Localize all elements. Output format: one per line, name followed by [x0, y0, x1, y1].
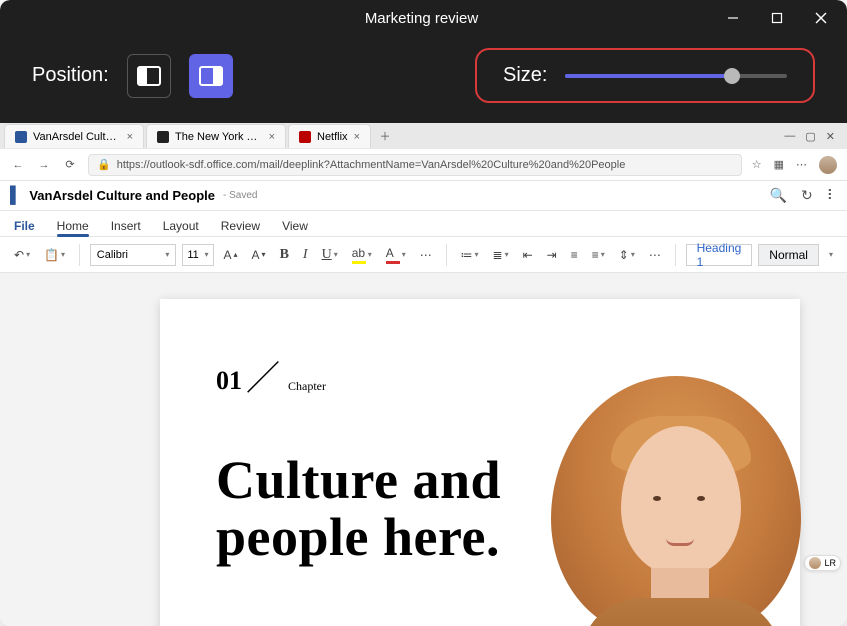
url-input[interactable]: 🔒 https://outlook-sdf.office.com/mail/de… — [88, 154, 742, 176]
panel-right-icon — [199, 66, 223, 86]
save-status: - Saved — [223, 190, 257, 201]
size-slider[interactable] — [565, 74, 787, 78]
font-color-button[interactable]: A▾ — [382, 243, 410, 267]
undo-button[interactable]: ↶▾ — [10, 245, 34, 265]
more-font-button[interactable]: ⋯ — [416, 245, 436, 265]
collections-icon[interactable]: ▦ — [774, 158, 784, 171]
browser-tab[interactable]: Netflix × — [288, 124, 371, 148]
align-left-button[interactable]: ≡ — [567, 245, 582, 265]
window-title: Marketing review — [132, 10, 711, 27]
underline-button[interactable]: U▾ — [318, 244, 342, 266]
tab-file[interactable]: File — [14, 219, 35, 236]
tab-home[interactable]: Home — [57, 219, 89, 236]
font-size-select[interactable]: 11▾ — [182, 244, 213, 266]
overlay-controls: Position: Size: — [0, 36, 847, 123]
minimize-button[interactable] — [711, 0, 755, 36]
history-icon[interactable]: ↻ — [801, 187, 813, 204]
tab-close-icon[interactable]: × — [354, 131, 360, 143]
align-center-button[interactable]: ≡▾ — [588, 245, 609, 265]
back-button[interactable]: ← — [10, 159, 26, 171]
font-name-value: Calibri — [97, 249, 128, 261]
tab-view[interactable]: View — [282, 219, 308, 236]
tab-label: Netflix — [317, 131, 348, 143]
font-name-select[interactable]: Calibri▾ — [90, 244, 177, 266]
address-bar-actions: ☆ ▦ ⋯ — [752, 156, 837, 174]
italic-button[interactable]: I — [299, 244, 312, 266]
highlight-button[interactable]: ab▾ — [348, 243, 376, 267]
browser-minimize-icon[interactable]: — — [784, 130, 795, 143]
size-label: Size: — [503, 64, 547, 87]
url-text: https://outlook-sdf.office.com/mail/deep… — [117, 159, 626, 171]
document-header: ▌ VanArsdel Culture and People - Saved 🔍… — [0, 181, 847, 211]
netflix-favicon-icon — [299, 131, 311, 143]
overlay-header: Marketing review Position: — [0, 0, 847, 123]
divider — [446, 244, 447, 266]
divider — [79, 244, 80, 266]
browser-close-icon[interactable]: ✕ — [826, 130, 835, 143]
decrease-indent-button[interactable]: ⇤ — [519, 245, 537, 265]
ribbon-tabs: File Home Insert Layout Review View — [0, 211, 847, 237]
tab-close-icon[interactable]: × — [269, 131, 275, 143]
profile-avatar[interactable] — [819, 156, 837, 174]
size-control-highlight: Size: — [475, 48, 815, 103]
forward-button[interactable]: → — [36, 159, 52, 171]
maximize-button[interactable] — [755, 0, 799, 36]
word-app-icon: ▌ — [10, 187, 21, 205]
tab-layout[interactable]: Layout — [163, 219, 199, 236]
tab-review[interactable]: Review — [221, 219, 260, 236]
slider-fill — [565, 74, 731, 78]
panel-left-icon — [137, 66, 161, 86]
browser-tab[interactable]: The New York Times × — [146, 124, 286, 148]
tab-close-icon[interactable]: × — [127, 131, 133, 143]
favorite-icon[interactable]: ☆ — [752, 158, 762, 171]
browser-window-controls: — ▢ ✕ — [784, 130, 843, 143]
document-title[interactable]: VanArsdel Culture and People — [29, 188, 215, 203]
line-spacing-button[interactable]: ⇕▾ — [615, 245, 639, 265]
new-tab-button[interactable]: ＋ — [373, 128, 397, 144]
document-canvas[interactable]: LR 01 ／ Chapter Culture and people here. — [0, 273, 847, 626]
shrink-font-button[interactable]: A▾ — [248, 245, 270, 265]
bold-button[interactable]: B — [276, 244, 293, 266]
styles-dropdown[interactable]: ▾ — [825, 247, 837, 262]
position-label: Position: — [32, 64, 109, 87]
lock-icon: 🔒 — [97, 158, 111, 171]
numbering-button[interactable]: ≣▾ — [489, 245, 513, 265]
close-button[interactable] — [799, 0, 843, 36]
more-paragraph-button[interactable]: ⋯ — [645, 245, 665, 265]
more-header-icon[interactable]: ⠇ — [827, 187, 837, 204]
browser-maximize-icon[interactable]: ▢ — [805, 130, 815, 143]
font-size-value: 11 — [187, 249, 198, 261]
divider — [675, 244, 676, 266]
style-normal[interactable]: Normal — [758, 244, 819, 266]
search-icon[interactable]: 🔍 — [770, 187, 787, 204]
bullets-button[interactable]: ≔▾ — [457, 245, 483, 265]
tab-label: The New York Times — [175, 131, 263, 143]
word-favicon-icon — [15, 131, 27, 143]
slider-thumb[interactable] — [724, 68, 740, 84]
paste-button[interactable]: 📋▾ — [40, 245, 69, 265]
tab-label: VanArsdel Culture and peo… — [33, 131, 121, 143]
style-heading1[interactable]: Heading 1 — [686, 244, 753, 266]
grow-font-button[interactable]: A▴ — [220, 245, 242, 265]
window-titlebar: Marketing review — [0, 0, 847, 36]
app-window: Marketing review Position: — [0, 0, 847, 626]
position-left-button[interactable] — [127, 54, 171, 98]
position-right-button[interactable] — [189, 54, 233, 98]
window-controls — [711, 0, 847, 36]
increase-indent-button[interactable]: ⇥ — [543, 245, 561, 265]
person-image — [511, 346, 841, 626]
chapter-label: Chapter — [288, 379, 326, 394]
browser-tab-strip: VanArsdel Culture and peo… × The New Yor… — [0, 123, 847, 149]
more-icon[interactable]: ⋯ — [796, 158, 807, 171]
tab-insert[interactable]: Insert — [111, 219, 141, 236]
ribbon-toolbar: ↶▾ 📋▾ Calibri▾ 11▾ A▴ A▾ B I U▾ ab▾ A▾ ⋯… — [0, 237, 847, 273]
chapter-slash-icon: ／ — [246, 351, 280, 400]
refresh-button[interactable]: ⟳ — [62, 158, 78, 171]
address-bar: ← → ⟳ 🔒 https://outlook-sdf.office.com/m… — [0, 149, 847, 181]
chapter-number: 01 — [216, 366, 242, 396]
nyt-favicon-icon — [157, 131, 169, 143]
browser-tab[interactable]: VanArsdel Culture and peo… × — [4, 124, 144, 148]
